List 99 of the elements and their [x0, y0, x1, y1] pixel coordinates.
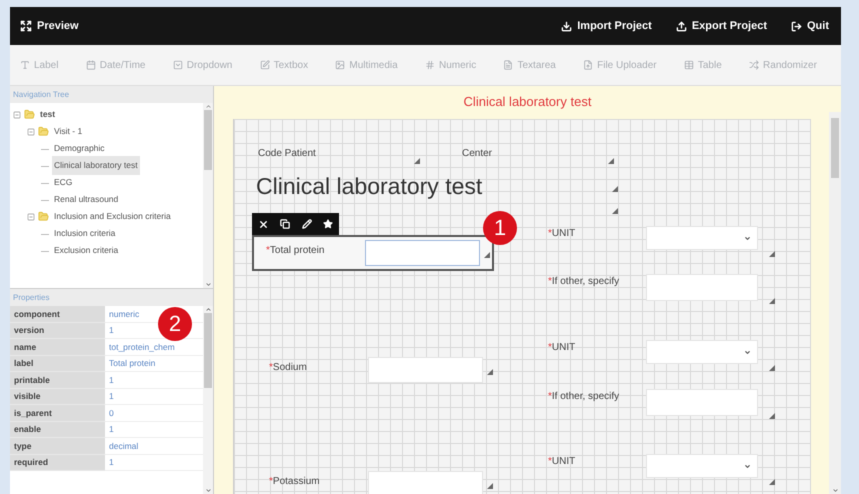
field-label: Center: [462, 147, 494, 161]
resize-handle-icon[interactable]: [769, 298, 775, 304]
field-label: *Potassium: [269, 475, 321, 489]
panel-title: Properties: [10, 289, 213, 306]
resize-handle-icon[interactable]: [612, 208, 618, 214]
component-button[interactable]: Table: [684, 60, 722, 70]
caret-icon: [744, 348, 751, 356]
sign-out-icon: [791, 20, 802, 32]
number-input[interactable]: [365, 240, 480, 266]
component-button[interactable]: Textarea: [503, 60, 556, 70]
text-input[interactable]: [646, 274, 758, 301]
field-label: *If other, specify: [548, 275, 620, 289]
property-name: enable: [10, 422, 105, 438]
property-name: visible: [10, 388, 105, 405]
preview-title: Preview: [37, 20, 79, 32]
property-name: is_parent: [10, 405, 105, 422]
component-button[interactable]: Label: [20, 60, 58, 70]
panel-title: Navigation Tree: [10, 86, 213, 103]
property-name: type: [10, 438, 105, 454]
resize-handle-icon[interactable]: [487, 483, 493, 489]
component-button[interactable]: File Uploader: [583, 60, 657, 70]
component-icon: [335, 60, 346, 70]
resize-handle-icon[interactable]: [769, 479, 775, 485]
tree-item[interactable]: Exclusion criteria: [52, 241, 120, 260]
tree-item[interactable]: Inclusion and Exclusion criteria: [52, 207, 173, 226]
text-input[interactable]: [646, 389, 758, 416]
component-button[interactable]: Date/Time: [86, 60, 146, 70]
scroll-down-icon[interactable]: [204, 487, 212, 494]
component-icon: [424, 60, 435, 70]
property-value[interactable]: 1: [105, 388, 203, 405]
resize-handle-icon[interactable]: [769, 251, 775, 257]
property-name: component: [10, 306, 105, 322]
property-name: version: [10, 322, 105, 339]
property-name: printable: [10, 372, 105, 388]
component-icon: [172, 60, 183, 70]
field-label: *If other, specify: [548, 390, 620, 404]
scrollbar[interactable]: [203, 103, 213, 288]
tree-item[interactable]: Visit - 1: [52, 122, 84, 141]
scroll-down-icon[interactable]: [832, 487, 838, 494]
component-icon: [583, 60, 594, 70]
tree-item[interactable]: test: [38, 105, 58, 124]
component-button[interactable]: Textbox: [260, 60, 308, 70]
download-icon: [561, 20, 572, 32]
component-button[interactable]: Dropdown: [172, 60, 232, 70]
form-heading: Clinical laboratory test: [256, 173, 482, 200]
topbar-button[interactable]: Import Project: [561, 20, 652, 32]
field-label: *UNIT: [548, 341, 576, 355]
caret-icon: [744, 234, 751, 242]
component-button[interactable]: Numeric: [424, 60, 476, 70]
page-title: Clinical laboratory test: [462, 93, 592, 111]
resize-handle-icon[interactable]: [487, 369, 493, 375]
topbar-button[interactable]: Export Project: [676, 20, 767, 32]
scrollbar[interactable]: [203, 306, 213, 494]
resize-handle-icon[interactable]: [484, 252, 490, 258]
component-button[interactable]: Randomizer: [749, 60, 817, 70]
component-icon: [749, 60, 760, 70]
field-label: *Total protein: [266, 244, 326, 258]
scrollbar[interactable]: [829, 112, 841, 494]
property-value[interactable]: Total protein: [105, 356, 203, 372]
tree-item[interactable]: Inclusion criteria: [52, 224, 118, 243]
preview-icon[interactable]: [20, 20, 32, 32]
topbar-button[interactable]: Quit: [791, 20, 829, 32]
close-icon[interactable]: [258, 218, 269, 230]
property-value[interactable]: 1: [105, 454, 203, 471]
component-button[interactable]: Multimedia: [335, 60, 398, 70]
pencil-icon[interactable]: [302, 219, 312, 229]
component-icon: [20, 60, 30, 70]
copy-icon[interactable]: [280, 219, 290, 229]
upload-icon: [676, 20, 687, 32]
folder-icon: [38, 211, 49, 222]
star-icon[interactable]: [323, 219, 334, 229]
resize-handle-icon[interactable]: [769, 365, 775, 371]
resize-handle-icon[interactable]: [414, 158, 420, 164]
resize-handle-icon[interactable]: [769, 413, 775, 419]
field-label: *Sodium: [269, 361, 308, 375]
folder-icon: [24, 109, 35, 120]
scroll-up-icon[interactable]: [204, 103, 212, 110]
tree-item[interactable]: Demographic: [52, 139, 107, 158]
resize-handle-icon[interactable]: [608, 158, 614, 164]
component-icon: [86, 60, 96, 70]
property-name: required: [10, 454, 105, 471]
tree-item[interactable]: Clinical laboratory test: [52, 156, 140, 175]
scrollbar-thumb[interactable]: [831, 118, 839, 178]
tree-item[interactable]: ECG: [52, 173, 74, 192]
property-name: name: [10, 339, 105, 356]
component-icon: [503, 60, 514, 70]
caret-icon: [744, 462, 751, 470]
field-label: Code Patient: [258, 147, 317, 161]
scroll-down-icon[interactable]: [204, 281, 212, 288]
component-icon: [260, 60, 270, 70]
tree-item[interactable]: Renal ultrasound: [52, 190, 120, 209]
resize-handle-icon[interactable]: [612, 186, 618, 192]
scroll-up-icon[interactable]: [204, 306, 212, 313]
property-name: label: [10, 356, 105, 372]
property-value[interactable]: 1: [105, 422, 203, 438]
field-label: *UNIT: [548, 227, 576, 241]
field-label: *UNIT: [548, 455, 576, 469]
folder-icon: [38, 126, 49, 137]
component-icon: [684, 60, 694, 70]
